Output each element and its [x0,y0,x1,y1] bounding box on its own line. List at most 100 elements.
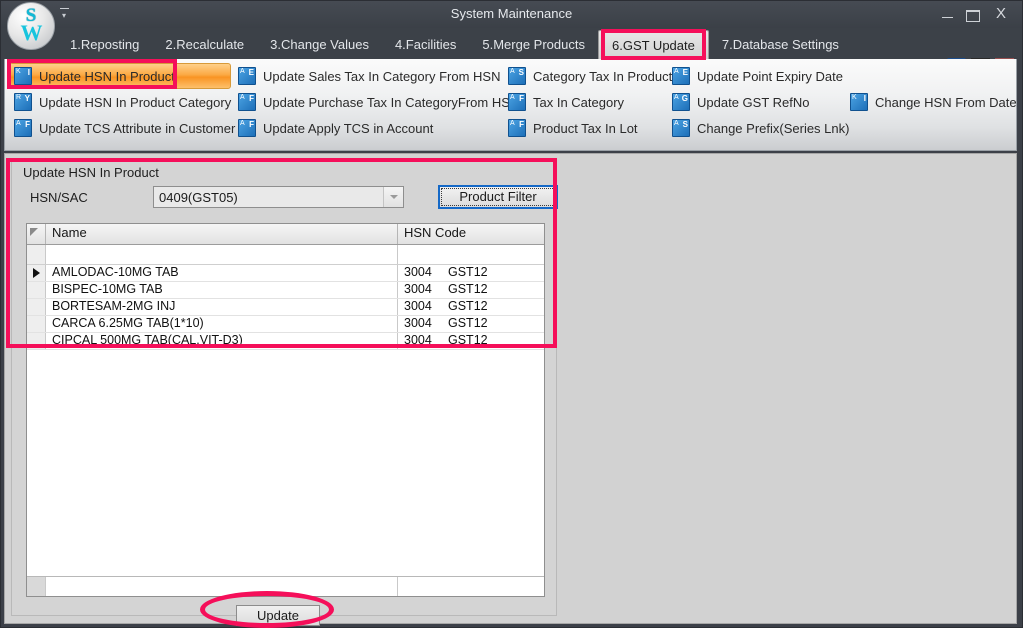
change-hsn-date-icon: K I [850,93,868,111]
hsn-code-number: 3004 [404,316,448,331]
update-button[interactable]: Update [236,605,320,626]
window-title: System Maintenance [1,6,1022,21]
tab-gst-update[interactable]: 6.GST Update [598,30,709,60]
grid-new-row-gutter [27,577,46,596]
table-row[interactable]: BISPEC-10MG TAB 3004GST12 [27,282,544,299]
maximize-button[interactable] [962,5,984,23]
ribbon-item-update-apply-tcs-in-account[interactable]: A F Update Apply TCS in Account [233,115,503,141]
cell-product-name: AMLODAC-10MG TAB [46,265,398,281]
row-indicator-current [27,265,46,281]
hsn-code-number: 3004 [404,265,448,280]
tab-merge-products[interactable]: 5.Merge Products [469,28,598,60]
tab-reposting[interactable]: 1.Reposting [57,28,152,60]
product-tax-lot-icon: A F [508,119,526,137]
tab-strip: 1.Reposting 2.Recalculate 3.Change Value… [1,28,1022,60]
ribbon-item-tax-in-category[interactable]: A F Tax In Category [503,89,665,115]
table-row[interactable]: CIPCAL 500MG TAB(CAL.VIT-D3) 3004GST12 [27,333,544,350]
cell-product-name: CARCA 6.25MG TAB(1*10) [46,316,398,332]
application-window: System Maintenance X S W ▾ 1.Reposting 2… [0,0,1023,628]
ribbon-item-update-hsn-in-product[interactable]: K I Update HSN In Product [9,63,231,89]
grid-new-row-name[interactable] [46,577,398,596]
ribbon-item-change-hsn-from-date[interactable]: K I Change HSN From Date [845,89,1015,115]
ribbon-item-label: Update Apply TCS in Account [263,121,433,136]
grid-column-header-hsn-code[interactable]: HSN Code [398,224,545,244]
app-logo: S W [7,2,55,50]
ribbon-column-2: A E Update Sales Tax In Category From HS… [233,63,503,141]
minimize-button[interactable] [936,5,958,23]
ribbon-item-update-hsn-in-product-category[interactable]: R Y Update HSN In Product Category [9,89,231,115]
row-indicator [27,316,46,332]
tab-facilities[interactable]: 4.Facilities [382,28,469,60]
hsn-product-icon: K I [14,67,32,85]
apply-tcs-account-icon: A F [238,119,256,137]
hsn-gst-rate: GST12 [448,316,488,330]
grid-filter-gutter [27,245,46,264]
purchase-tax-category-icon: A F [238,93,256,111]
table-row[interactable]: AMLODAC-10MG TAB 3004GST12 [27,265,544,282]
hsn-product-category-icon: R Y [14,93,32,111]
grid-header-row: Name HSN Code [27,224,544,245]
logo-letter-w: W [8,20,54,46]
ribbon-item-update-tcs-attribute-in-customer[interactable]: A F Update TCS Attribute in Customer [9,115,231,141]
cell-product-name: CIPCAL 500MG TAB(CAL.VIT-D3) [46,333,398,349]
hsn-sac-label: HSN/SAC [30,190,88,205]
ribbon-column-5: K I Change HSN From Date [845,63,1015,141]
hsn-gst-rate: GST12 [448,299,488,313]
ribbon-item-label: Update Purchase Tax In CategoryFrom HSN [263,95,519,110]
ribbon-item-change-prefix-series-lnk[interactable]: A S Change Prefix(Series Lnk) [667,115,845,141]
title-bar: System Maintenance X [1,1,1022,28]
ribbon-item-product-tax-in-lot[interactable]: A F Product Tax In Lot [503,115,665,141]
ribbon-item-update-point-expiry-date[interactable]: A E Update Point Expiry Date [667,63,845,89]
grid-filter-row[interactable] [27,245,544,265]
ribbon-column-1: K I Update HSN In Product R Y Update HSN… [9,63,231,141]
ribbon-column-3: A S Category Tax In Product A F Tax In C… [503,63,665,141]
hsn-sac-combobox[interactable]: 0409(GST05) [153,186,404,208]
ribbon-item-label: Change Prefix(Series Lnk) [697,121,849,136]
tab-change-values[interactable]: 3.Change Values [257,28,382,60]
system-menu-caret-down-icon[interactable]: ▾ [57,8,71,20]
ribbon-item-label: Update Point Expiry Date [697,69,843,84]
focus-ring [441,188,555,206]
tab-recalculate[interactable]: 2.Recalculate [152,28,257,60]
change-prefix-icon: A S [672,119,690,137]
grid-column-header-name[interactable]: Name [46,224,398,244]
cell-product-name: BISPEC-10MG TAB [46,282,398,298]
tab-database-settings[interactable]: 7.Database Settings [709,28,852,60]
chevron-down-icon[interactable] [383,187,403,207]
grid-filter-hsn-input[interactable] [398,245,545,264]
panel-title: Update HSN In Product [23,165,159,180]
tab-list: 1.Reposting 2.Recalculate 3.Change Value… [57,28,852,60]
ribbon-item-label: Update HSN In Product [39,69,175,84]
ribbon-item-label: Update GST RefNo [697,95,809,110]
close-button[interactable]: X [990,5,1012,23]
sales-tax-category-icon: A E [238,67,256,85]
cell-hsn-code: 3004GST12 [398,265,545,281]
row-indicator [27,299,46,315]
update-hsn-in-product-panel: Update HSN In Product HSN/SAC 0409(GST05… [11,160,557,616]
product-grid[interactable]: Name HSN Code AMLODAC-10MG TAB 3004GST12 [26,223,545,597]
tax-in-category-icon: A F [508,93,526,111]
cell-hsn-code: 3004GST12 [398,316,545,332]
tcs-customer-icon: A F [14,119,32,137]
ribbon-item-update-purchase-tax-in-category-from-hsn[interactable]: A F Update Purchase Tax In CategoryFrom … [233,89,503,115]
ribbon-item-label: Update TCS Attribute in Customer [39,121,235,136]
table-row[interactable]: BORTESAM-2MG INJ 3004GST12 [27,299,544,316]
grid-filter-name-input[interactable] [46,245,398,264]
ribbon-item-update-gst-refno[interactable]: A G Update GST RefNo [667,89,845,115]
cell-hsn-code: 3004GST12 [398,333,545,349]
grid-new-row-hsn[interactable] [398,577,545,596]
grid-select-all-corner[interactable] [27,224,46,244]
cell-hsn-code: 3004GST12 [398,282,545,298]
content-area: Update HSN In Product HSN/SAC 0409(GST05… [4,153,1017,624]
ribbon-item-label: Product Tax In Lot [533,121,638,136]
ribbon-toolbar: K I Update HSN In Product R Y Update HSN… [4,59,1017,151]
table-row[interactable]: CARCA 6.25MG TAB(1*10) 3004GST12 [27,316,544,333]
point-expiry-icon: A E [672,67,690,85]
grid-new-row[interactable] [27,576,544,596]
row-indicator [27,333,46,349]
ribbon-item-update-sales-tax-in-category-from-hsn[interactable]: A E Update Sales Tax In Category From HS… [233,63,503,89]
product-filter-button[interactable]: Product Filter [438,185,558,209]
category-tax-product-icon: A S [508,67,526,85]
ribbon-item-category-tax-in-product[interactable]: A S Category Tax In Product [503,63,665,89]
hsn-code-number: 3004 [404,299,448,314]
